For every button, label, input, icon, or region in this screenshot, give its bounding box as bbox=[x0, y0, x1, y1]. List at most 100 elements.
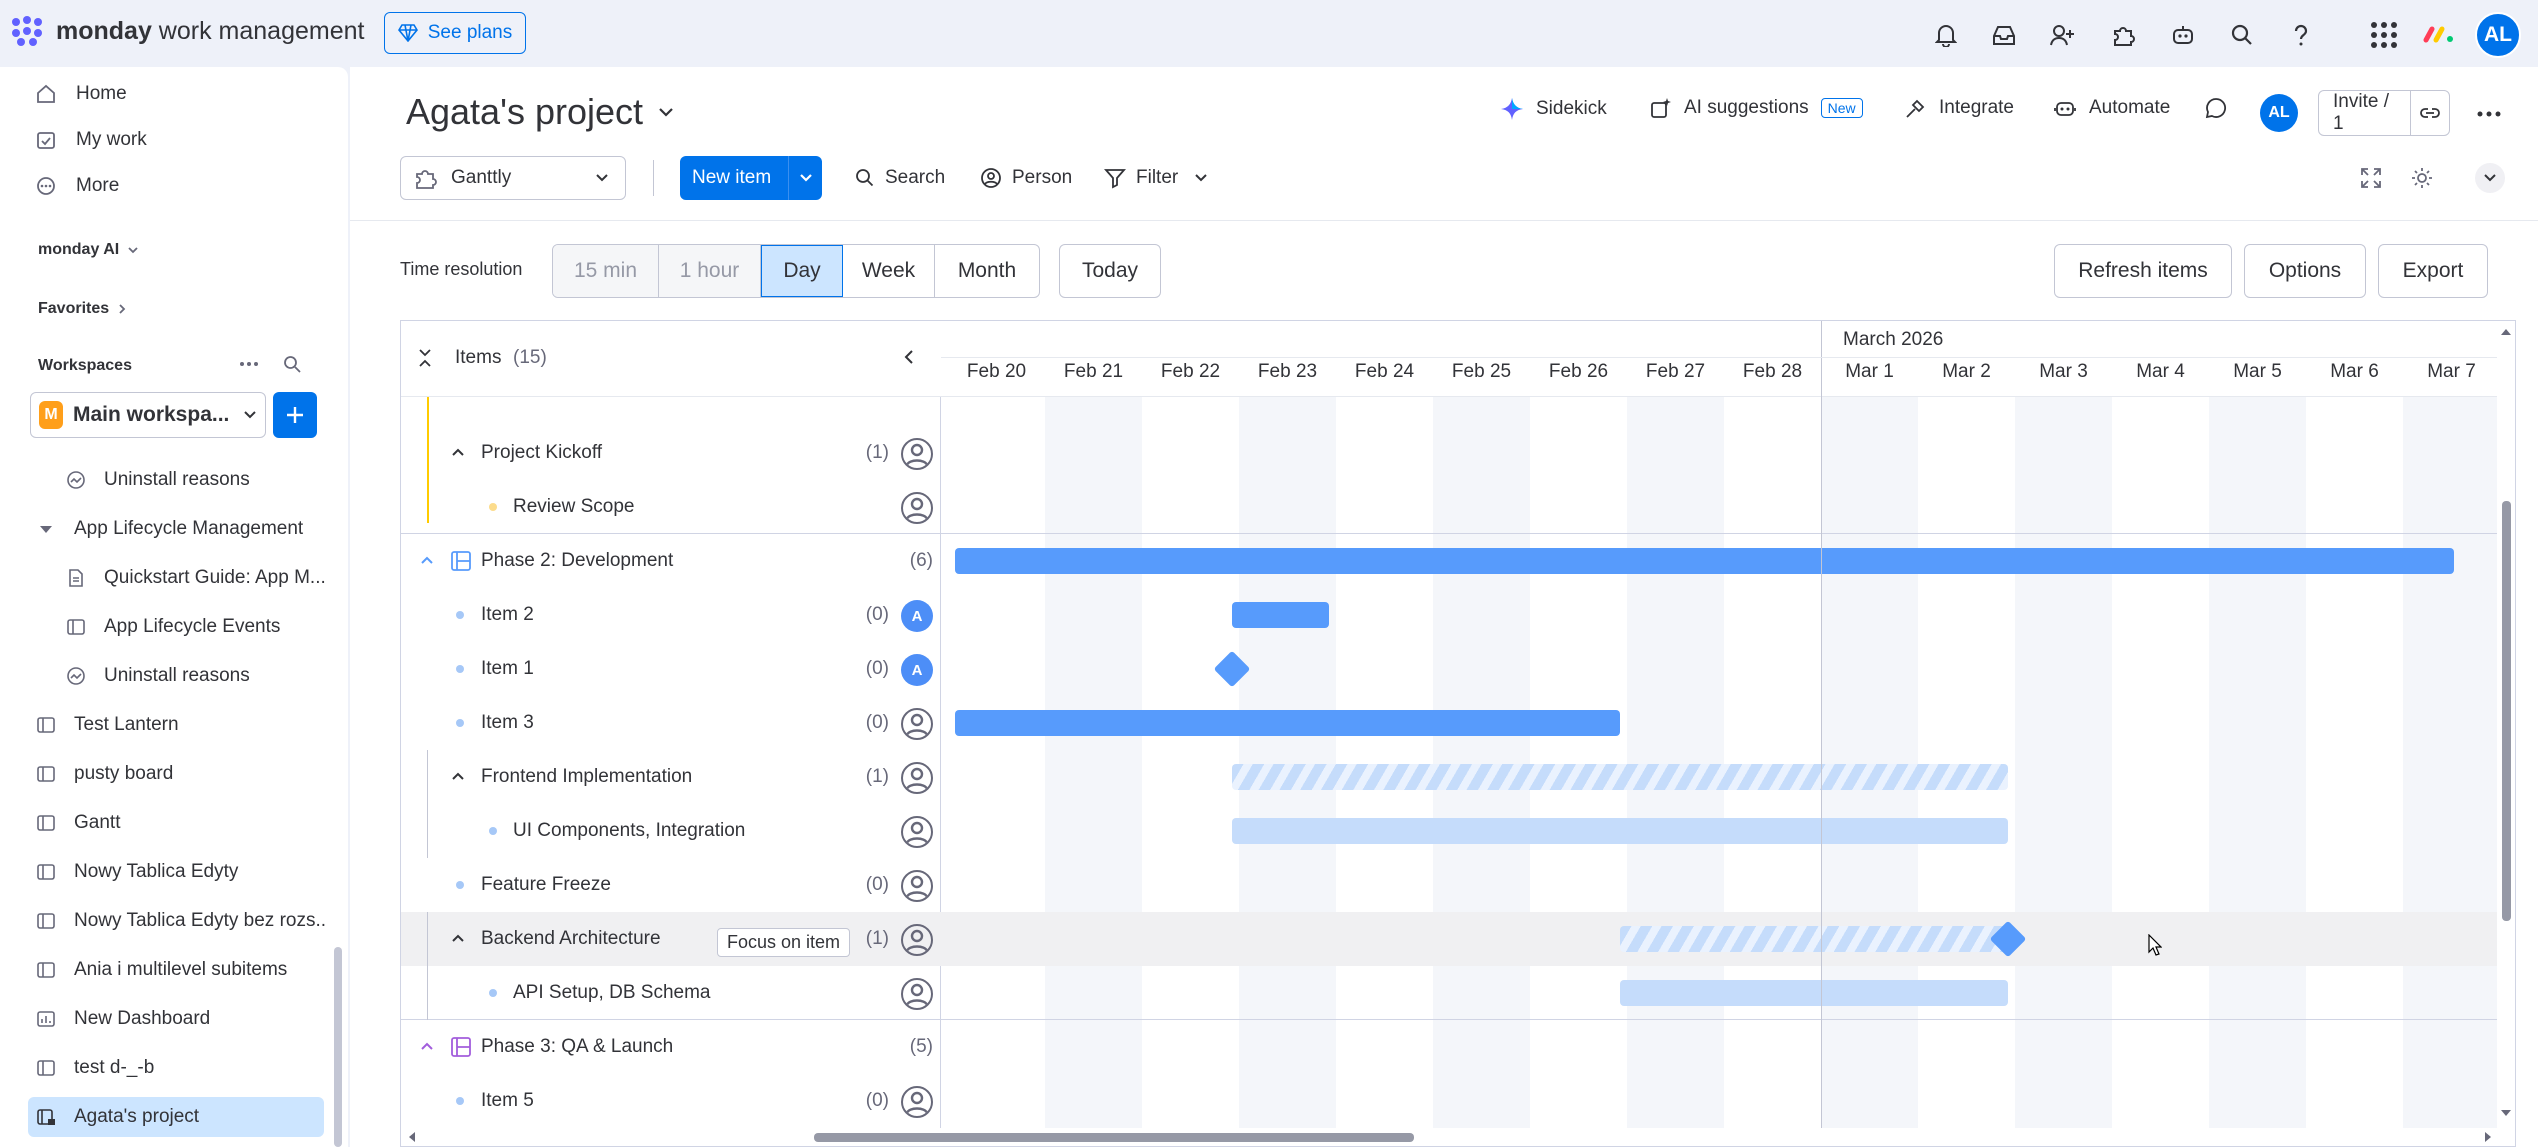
workspaces-more-icon[interactable] bbox=[238, 357, 260, 371]
workspace-selector[interactable]: M Main workspa... bbox=[30, 392, 266, 438]
sidebar-scrollbar[interactable] bbox=[334, 947, 342, 1147]
horizontal-scroll-thumb[interactable] bbox=[814, 1133, 1414, 1142]
monday-product-logo-icon[interactable] bbox=[2423, 24, 2455, 44]
today-button[interactable]: Today bbox=[1059, 244, 1161, 298]
gantt-row-item-5[interactable]: Item 5 (0) bbox=[401, 1074, 941, 1128]
api-setup-bar[interactable] bbox=[1620, 980, 2008, 1006]
gantt-row-frontend-implementation[interactable]: Frontend Implementation (1) bbox=[401, 750, 941, 804]
vertical-scroll-thumb[interactable] bbox=[2502, 501, 2511, 921]
workspaces-search-icon[interactable] bbox=[283, 355, 301, 373]
fullscreen-icon[interactable] bbox=[2360, 167, 2382, 189]
monday-logo[interactable]: monday work management bbox=[10, 16, 364, 46]
sidekick-button[interactable]: Sidekick bbox=[1500, 97, 1607, 121]
person-placeholder-icon[interactable] bbox=[901, 708, 933, 740]
search-button[interactable]: Search bbox=[855, 156, 945, 200]
assignee-avatar[interactable]: A bbox=[901, 600, 933, 632]
frontend-implementation-bar[interactable] bbox=[1232, 764, 2008, 790]
inbox-icon[interactable] bbox=[1987, 18, 2021, 52]
search-icon[interactable] bbox=[2225, 18, 2259, 52]
bell-icon[interactable] bbox=[1929, 18, 1963, 52]
sidebar-item-test-d-b[interactable]: test d-_-b bbox=[36, 1048, 326, 1088]
sidebar-item-new-dashboard[interactable]: New Dashboard bbox=[36, 999, 326, 1039]
gantt-row-review-scope[interactable]: Review Scope bbox=[401, 480, 941, 534]
sidebar-item-uninstall-reasons[interactable]: Uninstall reasons bbox=[66, 656, 328, 696]
chevron-up-icon[interactable] bbox=[451, 447, 465, 457]
ai-bot-icon[interactable] bbox=[2166, 18, 2200, 52]
nav-home[interactable]: Home bbox=[36, 83, 127, 105]
collapse-header-button[interactable] bbox=[2475, 163, 2505, 193]
sidebar-item-app-lifecycle-management[interactable]: App Lifecycle Management bbox=[36, 509, 326, 549]
person-placeholder-icon[interactable] bbox=[901, 762, 933, 794]
board-title[interactable]: Agata's project bbox=[406, 91, 675, 133]
options-button[interactable]: Options bbox=[2244, 244, 2366, 298]
gantt-row-item-1[interactable]: Item 1 (0) A bbox=[401, 642, 941, 696]
person-filter-button[interactable]: Person bbox=[980, 156, 1072, 200]
gantt-row-item-2[interactable]: Item 2 (0) A bbox=[401, 588, 941, 642]
filter-button[interactable]: Filter bbox=[1104, 156, 1208, 200]
gantt-row-project-kickoff[interactable]: Project Kickoff (1) bbox=[401, 426, 941, 480]
gantt-row-phase-2-development[interactable]: Phase 2: Development (6) bbox=[401, 534, 941, 588]
vertical-scrollbar[interactable] bbox=[2497, 321, 2515, 1146]
gantt-row-ui-components-integration[interactable]: UI Components, Integration bbox=[401, 804, 941, 858]
chevron-up-icon[interactable] bbox=[419, 554, 435, 566]
phase-2-bar[interactable] bbox=[955, 548, 2455, 574]
favorites-section[interactable]: Favorites bbox=[38, 300, 127, 318]
person-placeholder-icon[interactable] bbox=[901, 978, 933, 1010]
chevron-up-icon[interactable] bbox=[451, 933, 465, 943]
apps-puzzle-icon[interactable] bbox=[2106, 18, 2140, 52]
sidebar-item-nowy-tablica-edyty[interactable]: Nowy Tablica Edyty bbox=[36, 852, 326, 892]
gantt-row-phase-3-qa-launch[interactable]: Phase 3: QA & Launch (5) bbox=[401, 1020, 941, 1074]
help-icon[interactable] bbox=[2284, 18, 2318, 52]
person-placeholder-icon[interactable] bbox=[901, 924, 933, 956]
gantt-row-api-setup-db-schema[interactable]: API Setup, DB Schema bbox=[401, 966, 941, 1020]
person-placeholder-icon[interactable] bbox=[901, 1086, 933, 1118]
copy-link-icon[interactable] bbox=[2410, 91, 2449, 135]
resolution-day[interactable]: Day bbox=[761, 245, 843, 297]
person-placeholder-icon[interactable] bbox=[901, 870, 933, 902]
collapse-panel-icon[interactable] bbox=[903, 348, 915, 366]
new-item-dropdown[interactable] bbox=[788, 156, 822, 200]
board-more-icon[interactable] bbox=[2476, 110, 2502, 118]
invite-members-icon[interactable] bbox=[2046, 18, 2080, 52]
gantt-row-item-3[interactable]: Item 3 (0) bbox=[401, 696, 941, 750]
collapse-all-icon[interactable] bbox=[417, 347, 433, 369]
ui-components-bar[interactable] bbox=[1232, 818, 2008, 844]
resolution-15min[interactable]: 15 min bbox=[553, 245, 659, 297]
resolution-1hour[interactable]: 1 hour bbox=[659, 245, 761, 297]
sidebar-item-gantt[interactable]: Gantt bbox=[36, 803, 326, 843]
chevron-up-icon[interactable] bbox=[419, 1040, 435, 1052]
person-placeholder-icon[interactable] bbox=[901, 492, 933, 524]
sidebar-item-test-lantern[interactable]: Test Lantern bbox=[36, 705, 326, 745]
resolution-month[interactable]: Month bbox=[935, 245, 1039, 297]
resolution-week[interactable]: Week bbox=[843, 245, 935, 297]
user-avatar[interactable]: AL bbox=[2475, 12, 2521, 58]
horizontal-scrollbar[interactable] bbox=[401, 1128, 2499, 1146]
gantt-row-feature-freeze[interactable]: Feature Freeze (0) bbox=[401, 858, 941, 912]
add-workspace-item-button[interactable] bbox=[273, 392, 317, 438]
chevron-up-icon[interactable] bbox=[451, 771, 465, 781]
sidebar-item-uninstall-reasons[interactable]: Uninstall reasons bbox=[66, 460, 328, 500]
assignee-avatar[interactable]: A bbox=[901, 654, 933, 686]
sidebar-item-quickstart-guide-app-m[interactable]: Quickstart Guide: App M... bbox=[66, 558, 328, 598]
gantt-row-backend-architecture[interactable]: Backend Architecture (1) Focus on item bbox=[401, 912, 941, 966]
ai-suggestions-button[interactable]: AI suggestions New bbox=[1650, 97, 1863, 119]
sidebar-item-ania-i-multilevel-subitems[interactable]: Ania i multilevel subitems bbox=[36, 950, 326, 990]
settings-gear-icon[interactable] bbox=[2410, 166, 2434, 190]
backend-architecture-bar[interactable] bbox=[1620, 926, 2008, 952]
app-grid-icon[interactable] bbox=[2367, 18, 2401, 52]
item-3-bar[interactable] bbox=[955, 710, 1620, 736]
integrate-button[interactable]: Integrate bbox=[1905, 97, 2014, 119]
updates-chat-icon[interactable] bbox=[2205, 97, 2227, 119]
export-button[interactable]: Export bbox=[2378, 244, 2488, 298]
sidebar-item-pusty-board[interactable]: pusty board bbox=[36, 754, 326, 794]
view-selector[interactable]: Ganttly bbox=[400, 156, 626, 200]
item-2-bar[interactable] bbox=[1232, 602, 1329, 628]
refresh-items-button[interactable]: Refresh items bbox=[2054, 244, 2232, 298]
nav-my-work[interactable]: My work bbox=[36, 129, 147, 151]
invite-button[interactable]: Invite / 1 bbox=[2318, 90, 2450, 136]
focus-on-item-button[interactable]: Focus on item bbox=[717, 928, 851, 957]
nav-more[interactable]: More bbox=[36, 175, 119, 197]
new-item-button[interactable]: New item bbox=[680, 156, 822, 200]
person-placeholder-icon[interactable] bbox=[901, 438, 933, 470]
monday-ai-section[interactable]: monday AI bbox=[38, 241, 139, 259]
